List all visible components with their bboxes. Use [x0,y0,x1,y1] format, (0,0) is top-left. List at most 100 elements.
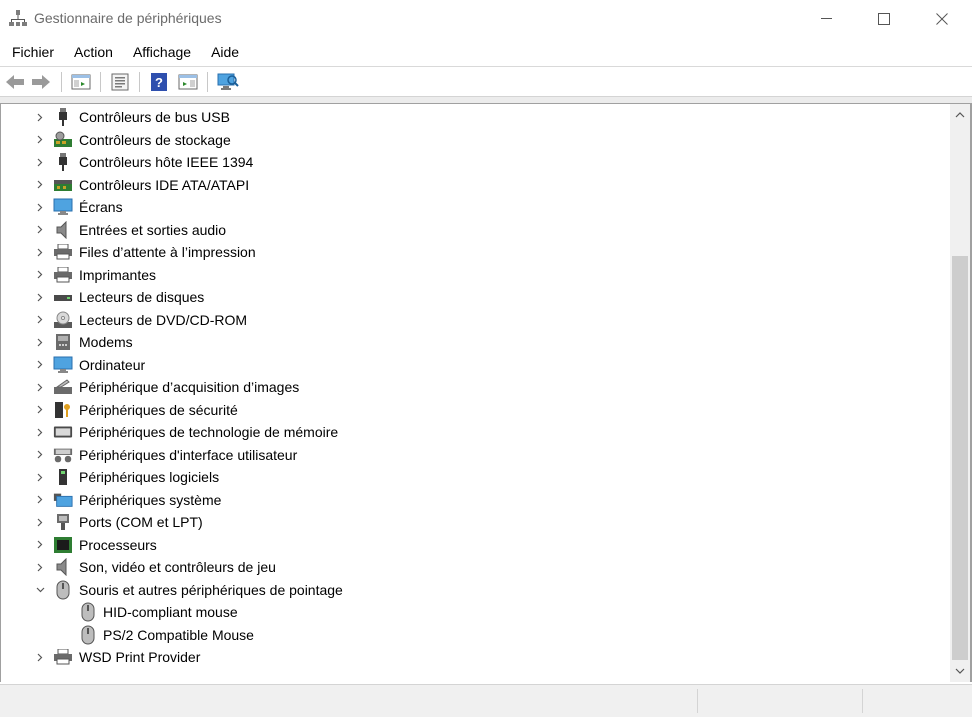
expand-toggle[interactable] [34,331,46,353]
device-category[interactable]: Ordinateur [1,354,941,376]
forward-arrow-icon [32,75,50,89]
hid-icon [53,446,73,464]
chevron-right-icon [37,248,43,256]
scrollbar-thumb[interactable] [952,256,968,660]
device-category[interactable]: Son, vidéo et contrôleurs de jeu [1,556,941,578]
device-category[interactable]: Lecteurs de disques [1,286,941,308]
device-label: Périphériques système [79,491,222,508]
chevron-right-icon [37,113,43,121]
scroll-up-button[interactable] [950,106,970,124]
window-title: Gestionnaire de périphériques [34,10,222,26]
device-label: Lecteurs de DVD/CD-ROM [79,311,248,328]
print-queue-icon [53,243,73,261]
maximize-button[interactable] [855,0,913,37]
action-pane-button[interactable] [177,71,199,93]
status-divider [697,689,698,713]
memory-technology-icon [53,423,73,441]
dvd-drive-icon [53,311,73,329]
device-category[interactable]: Lecteurs de DVD/CD-ROM [1,309,941,331]
expand-toggle[interactable] [34,174,46,196]
expand-toggle[interactable] [34,354,46,376]
help-icon: ? [151,73,167,91]
device-category[interactable]: Contrôleurs de stockage [1,129,941,151]
help-button[interactable]: ? [148,71,170,93]
usb-icon [53,108,73,126]
expand-toggle[interactable] [34,219,46,241]
expand-toggle[interactable] [34,241,46,263]
device-label: HID-compliant mouse [103,604,238,620]
expand-toggle[interactable] [34,106,46,128]
expand-toggle[interactable] [34,466,46,488]
expand-toggle-expanded[interactable] [34,579,46,601]
device-category[interactable]: Files d’attente à l’impression [1,241,941,263]
device-tree[interactable]: Contrôleurs de bus USB Contrôleurs de sto… [0,104,951,682]
expand-toggle[interactable] [34,444,46,466]
expand-toggle[interactable] [34,309,46,331]
device-item[interactable]: PS/2 Compatible Mouse [1,624,941,646]
vertical-scrollbar[interactable] [950,104,970,682]
device-label: Lecteurs de disques [79,289,205,305]
device-category[interactable]: WSD Print Provider [1,646,941,668]
chevron-right-icon [37,428,43,436]
expand-toggle[interactable] [34,399,46,421]
back-button[interactable] [4,71,26,93]
device-category[interactable]: Écrans [1,196,941,218]
properties-icon [111,73,129,91]
console-tree-button[interactable] [70,71,92,93]
forward-button[interactable] [30,71,52,93]
device-category[interactable]: Souris et autres périphériques de pointa… [1,579,941,601]
ieee1394-icon [53,153,73,171]
device-label: Souris et autres périphériques de pointa… [79,581,343,598]
menu-fichier[interactable]: Fichier [0,41,64,64]
device-category[interactable]: Contrôleurs IDE ATA/ATAPI [1,174,941,196]
expand-toggle[interactable] [34,534,46,556]
chevron-right-icon [37,338,43,346]
device-category[interactable]: Processeurs [1,534,941,556]
close-button[interactable] [913,0,971,37]
device-label: Périphériques de sécurité [79,401,238,418]
device-category[interactable]: Périphériques de sécurité [1,399,941,421]
chevron-down-icon [955,668,965,674]
port-icon [53,513,73,531]
expand-toggle[interactable] [34,421,46,443]
expand-toggle[interactable] [34,151,46,173]
scan-hardware-button[interactable] [217,71,239,93]
properties-button[interactable] [109,71,131,93]
expand-toggle[interactable] [34,489,46,511]
minimize-button[interactable] [797,0,855,37]
status-bar [0,684,972,717]
device-category[interactable]: Modems [1,331,941,353]
device-category[interactable]: Contrôleurs hôte IEEE 1394 [1,151,941,173]
device-category[interactable]: Périphériques de technologie de mémoire [1,421,941,443]
expand-toggle[interactable] [34,511,46,533]
device-category[interactable]: Périphériques système [1,489,941,511]
chevron-right-icon [37,315,43,324]
menu-affichage[interactable]: Affichage [123,41,201,64]
toolbar-separator [207,72,208,92]
device-category[interactable]: Imprimantes [1,264,941,286]
expand-toggle[interactable] [34,129,46,151]
status-divider [862,689,863,713]
device-category[interactable]: Périphériques d'interface utilisateur [1,444,941,466]
toolbar-separator [139,72,140,92]
menu-aide[interactable]: Aide [201,41,249,64]
device-label: Processeurs [79,536,157,553]
chevron-right-icon [37,563,43,571]
device-item[interactable]: HID-compliant mouse [1,601,941,623]
expand-toggle[interactable] [34,646,46,668]
mouse-icon [78,625,98,644]
device-label: Contrôleurs de stockage [79,131,231,148]
scroll-down-button[interactable] [950,662,970,680]
device-category[interactable]: Entrées et sorties audio [1,219,941,241]
expand-toggle[interactable] [34,264,46,286]
chevron-right-icon [37,653,43,661]
device-category[interactable]: Ports (COM et LPT) [1,511,941,533]
device-category[interactable]: Contrôleurs de bus USB [1,106,941,128]
expand-toggle[interactable] [34,286,46,308]
device-category[interactable]: Périphériques logiciels [1,466,941,488]
expand-toggle[interactable] [34,376,46,398]
menu-action[interactable]: Action [64,41,123,64]
device-category[interactable]: Périphérique d’acquisition d’images [1,376,941,398]
expand-toggle[interactable] [34,196,46,218]
expand-toggle[interactable] [34,556,46,578]
